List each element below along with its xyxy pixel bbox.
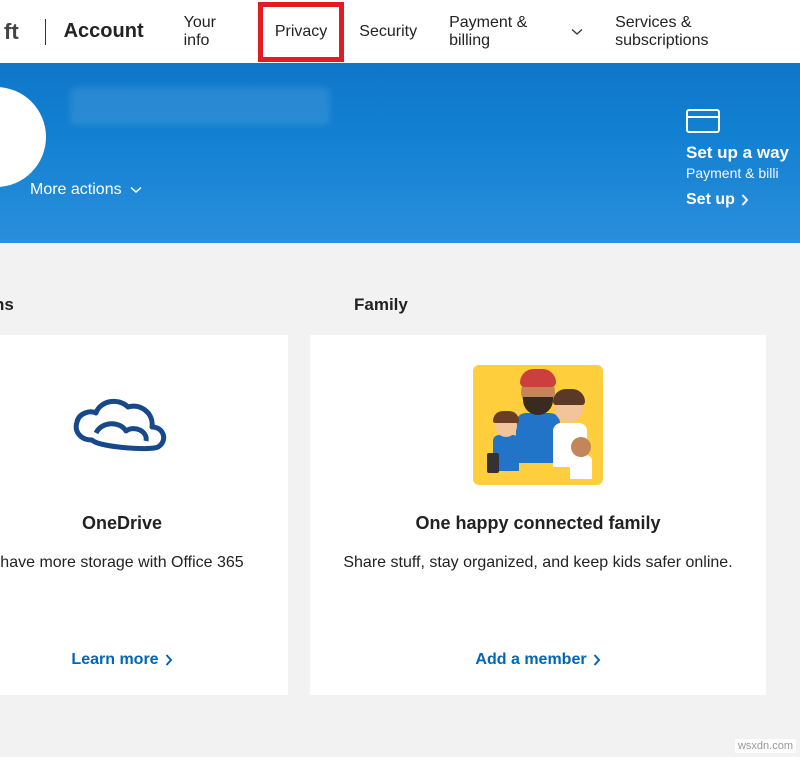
setup-title: Set up a way [686,143,800,163]
card-onedrive-desc: have more storage with Office 365 [0,552,254,574]
watermark: wsxdn.com [735,739,796,753]
hero-setup-card: Set up a way Payment & billi Set up [686,109,800,209]
chevron-down-icon [130,186,142,194]
card-onedrive-cta-label: Learn more [71,651,158,669]
section-labels-row: ns Family [0,295,800,315]
logo-fragment: ft [4,19,39,45]
credit-card-icon [686,109,800,133]
setup-link[interactable]: Set up [686,191,800,209]
account-label[interactable]: Account [64,20,144,43]
nav-your-info[interactable]: Your info [168,0,259,70]
content-area: ns Family OneDrive have more storage wit… [0,243,800,757]
more-actions-link[interactable]: More actions [30,181,142,199]
nav-security[interactable]: Security [343,3,433,61]
hero-profile [0,87,330,187]
chevron-right-icon [165,654,173,666]
card-family: One happy connected family Share stuff, … [310,335,766,695]
cards-row: OneDrive have more storage with Office 3… [0,335,800,695]
card-family-cta[interactable]: Add a member [475,651,600,669]
profile-name-redacted [70,87,330,125]
onedrive-icon [62,365,182,485]
section-label-family: Family [354,295,408,315]
card-onedrive-cta[interactable]: Learn more [71,651,172,669]
card-family-desc: Share stuff, stay organized, and keep ki… [333,552,742,574]
family-illustration [473,365,603,485]
chevron-right-icon [741,194,749,206]
hero-banner: More actions Set up a way Payment & bill… [0,63,800,243]
nav-services-subscriptions[interactable]: Services & subscriptions [599,0,796,70]
card-family-title: One happy connected family [415,513,660,534]
setup-link-label: Set up [686,191,735,209]
nav-privacy[interactable]: Privacy [259,3,343,61]
setup-subtitle: Payment & billi [686,165,800,181]
avatar [0,87,46,187]
nav-payment-billing[interactable]: Payment & billing [433,0,599,70]
card-onedrive: OneDrive have more storage with Office 3… [0,335,288,695]
card-family-cta-label: Add a member [475,651,586,669]
more-actions-label: More actions [30,181,122,199]
nav-payment-billing-label: Payment & billing [449,14,565,50]
card-onedrive-title: OneDrive [82,513,162,534]
top-nav: ft Account Your info Privacy Security Pa… [0,0,800,63]
nav-divider [45,19,46,45]
chevron-down-icon [571,28,583,36]
chevron-right-icon [593,654,601,666]
section-label-fragment: ns [0,295,14,315]
